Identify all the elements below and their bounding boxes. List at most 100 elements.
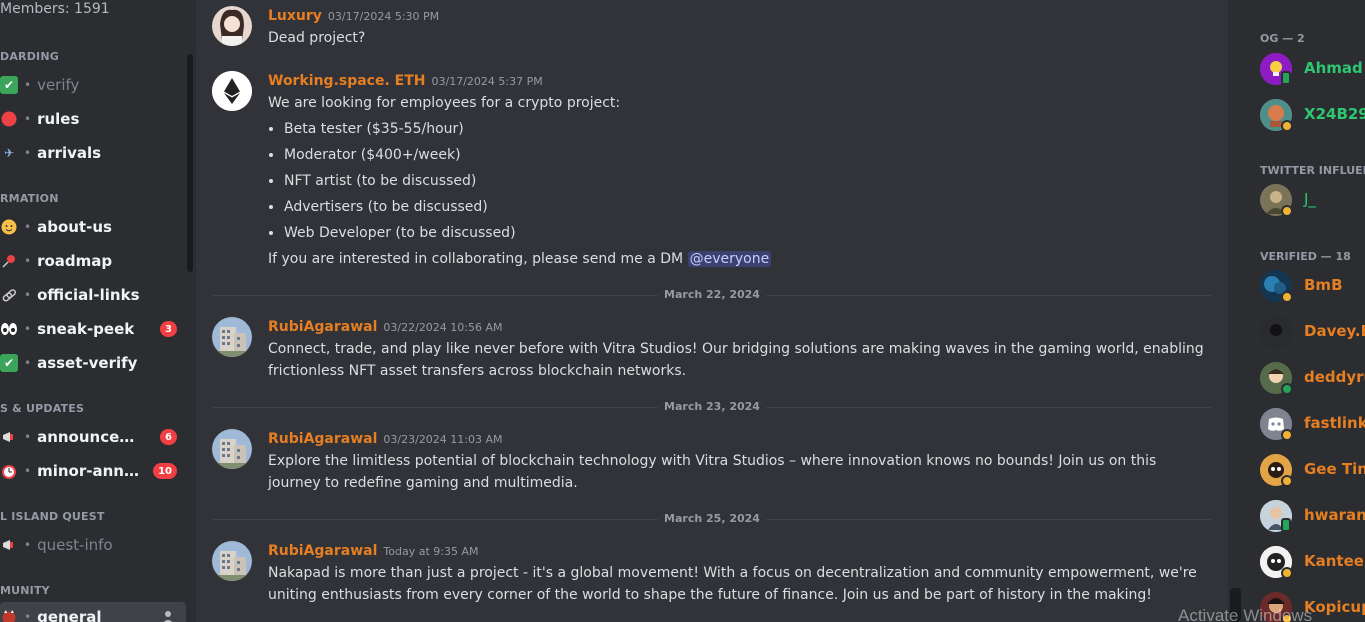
member-item[interactable]: fastlink3 [1260, 408, 1365, 442]
channel-dot: • [24, 146, 32, 160]
member-item[interactable]: hwarang [1260, 500, 1365, 534]
idle-status-icon [1281, 475, 1293, 487]
message-text-line: Explore the limitless potential of block… [268, 453, 1157, 469]
sidebar-scrollbar[interactable] [187, 54, 193, 272]
message: Luxury 03/17/2024 5:30 PM Dead project? [212, 6, 1212, 46]
unread-badge: 10 [153, 463, 177, 479]
list-item: Advertisers (to be discussed) [284, 194, 1208, 220]
category-news-updates[interactable]: S & UPDATES [0, 402, 84, 415]
avatar[interactable] [212, 6, 252, 46]
list-item: Moderator ($400+/week) [284, 142, 1208, 168]
member-item[interactable]: X24B29 [1260, 99, 1365, 133]
message: RubiAgarawal Today at 9:35 AM Nakapad is … [212, 541, 1212, 605]
date-divider: March 25, 2024 [212, 512, 1212, 525]
member-item[interactable]: Gee Tiny [1260, 454, 1365, 488]
list-item: Beta tester ($35-55/hour) [284, 116, 1208, 142]
channel-dot: • [24, 610, 32, 622]
member-name: Ahmad M [1304, 59, 1365, 77]
online-status-icon [1281, 383, 1293, 395]
channel-arrivals[interactable]: ✈ • arrivals [0, 138, 186, 168]
member-item[interactable]: BmB [1260, 270, 1365, 304]
member-name: BmB [1304, 276, 1343, 294]
channel-quest-info[interactable]: • quest-info [0, 530, 186, 560]
building-avatar[interactable] [212, 317, 252, 357]
pushpin-icon [0, 252, 18, 270]
idle-status-icon [1281, 429, 1293, 441]
idle-status-icon [1281, 291, 1293, 303]
list-item: NFT artist (to be discussed) [284, 168, 1208, 194]
member-name: X24B29 [1304, 105, 1365, 123]
avatar [1260, 316, 1292, 348]
message-timestamp: Today at 9:35 AM [383, 545, 479, 558]
date-divider-label: March 25, 2024 [658, 512, 766, 525]
message-author[interactable]: Working.space. ETH [268, 73, 426, 89]
channel-official-links[interactable]: • official-links [0, 280, 186, 310]
channel-asset-verify[interactable]: ✔ • asset-verify [0, 348, 186, 378]
message-author[interactable]: RubiAgarawal [268, 431, 377, 447]
everyone-mention[interactable]: @everyone [687, 251, 772, 267]
member-item[interactable]: J_ [1260, 184, 1365, 218]
add-member-icon[interactable] [162, 610, 174, 622]
alarm-clock-icon [0, 462, 18, 480]
message: RubiAgarawal 03/22/2024 10:56 AM Connect,… [212, 317, 1212, 381]
list-item: Web Developer (to be discussed) [284, 220, 1208, 246]
message-text-line: frictionless NFT asset transfers across … [268, 363, 687, 379]
chat-scrollbar-track[interactable] [1228, 0, 1244, 622]
member-item[interactable]: Ahmad M [1260, 53, 1365, 87]
channel-dot: • [24, 78, 32, 92]
member-name: Davey.ET [1304, 322, 1365, 340]
mobile-status-icon [1281, 518, 1291, 532]
channel-roadmap[interactable]: • roadmap [0, 246, 186, 276]
ethereum-avatar[interactable] [212, 71, 252, 111]
face-icon [0, 218, 18, 236]
message: RubiAgarawal 03/23/2024 11:03 AM Explore … [212, 429, 1212, 493]
message: Working.space. ETH 03/17/2024 5:37 PM We … [212, 71, 1212, 271]
message-text: Dead project? [268, 30, 366, 46]
member-item[interactable]: Davey.ET [1260, 316, 1365, 350]
member-item[interactable]: Kantee 🔥 [1260, 546, 1365, 580]
channel-label: official-links [37, 286, 140, 304]
channel-rules[interactable]: • rules [0, 104, 186, 134]
channel-verify[interactable]: ✔ • verify [0, 70, 186, 100]
channel-dot: • [24, 288, 32, 302]
date-divider-label: March 22, 2024 [658, 288, 766, 301]
channel-dot: • [24, 322, 32, 336]
channel-announcement[interactable]: • announcement 6 [0, 422, 186, 452]
channel-label: about-us [37, 218, 112, 236]
server-members-count: Members: 1591 [0, 1, 110, 17]
member-item[interactable]: deddyrus [1260, 362, 1365, 396]
channel-general[interactable]: • general [0, 602, 186, 622]
megaphone-icon [0, 536, 18, 554]
channel-about-us[interactable]: • about-us [0, 212, 186, 242]
member-name: deddyrus [1304, 368, 1365, 386]
channel-dot: • [24, 220, 32, 234]
member-name: Kantee 🔥 [1304, 552, 1365, 570]
mobile-status-icon [1281, 71, 1291, 85]
message-author[interactable]: Luxury [268, 8, 322, 24]
megaphone-icon [0, 428, 18, 446]
message-timestamp: 03/17/2024 5:37 PM [431, 75, 543, 88]
category-onboarding[interactable]: DARDING [0, 50, 59, 63]
message-text: We are looking for employees for a crypt… [268, 95, 621, 111]
channel-sneak-peek[interactable]: • sneak-peek 3 [0, 314, 186, 344]
message-text-line: Nakapad is more than just a project - it… [268, 565, 1197, 581]
building-avatar[interactable] [212, 541, 252, 581]
red-circle-icon [0, 110, 18, 128]
date-divider: March 22, 2024 [212, 288, 1212, 301]
channel-minor-announcements[interactable]: • minor-annou... 10 [0, 456, 186, 486]
member-name: fastlink3 [1304, 414, 1365, 432]
message-author[interactable]: RubiAgarawal [268, 543, 377, 559]
message-author[interactable]: RubiAgarawal [268, 319, 377, 335]
member-list: OG — 2 Ahmad M X24B29 TWITTER INFLUENC J… [1244, 0, 1365, 622]
channel-dot: • [24, 112, 32, 126]
category-community[interactable]: MUNITY [0, 584, 50, 597]
category-island-quest[interactable]: L ISLAND QUEST [0, 510, 105, 523]
building-avatar[interactable] [212, 429, 252, 469]
message-timestamp: 03/23/2024 11:03 AM [383, 433, 503, 446]
message-footer-text: If you are interested in collaborating, … [268, 251, 684, 267]
category-information[interactable]: RMATION [0, 192, 59, 205]
date-divider: March 23, 2024 [212, 400, 1212, 413]
idle-status-icon [1281, 205, 1293, 217]
windows-activation-watermark: Activate Windows [1178, 606, 1313, 622]
member-name: Gee Tiny [1304, 460, 1365, 478]
